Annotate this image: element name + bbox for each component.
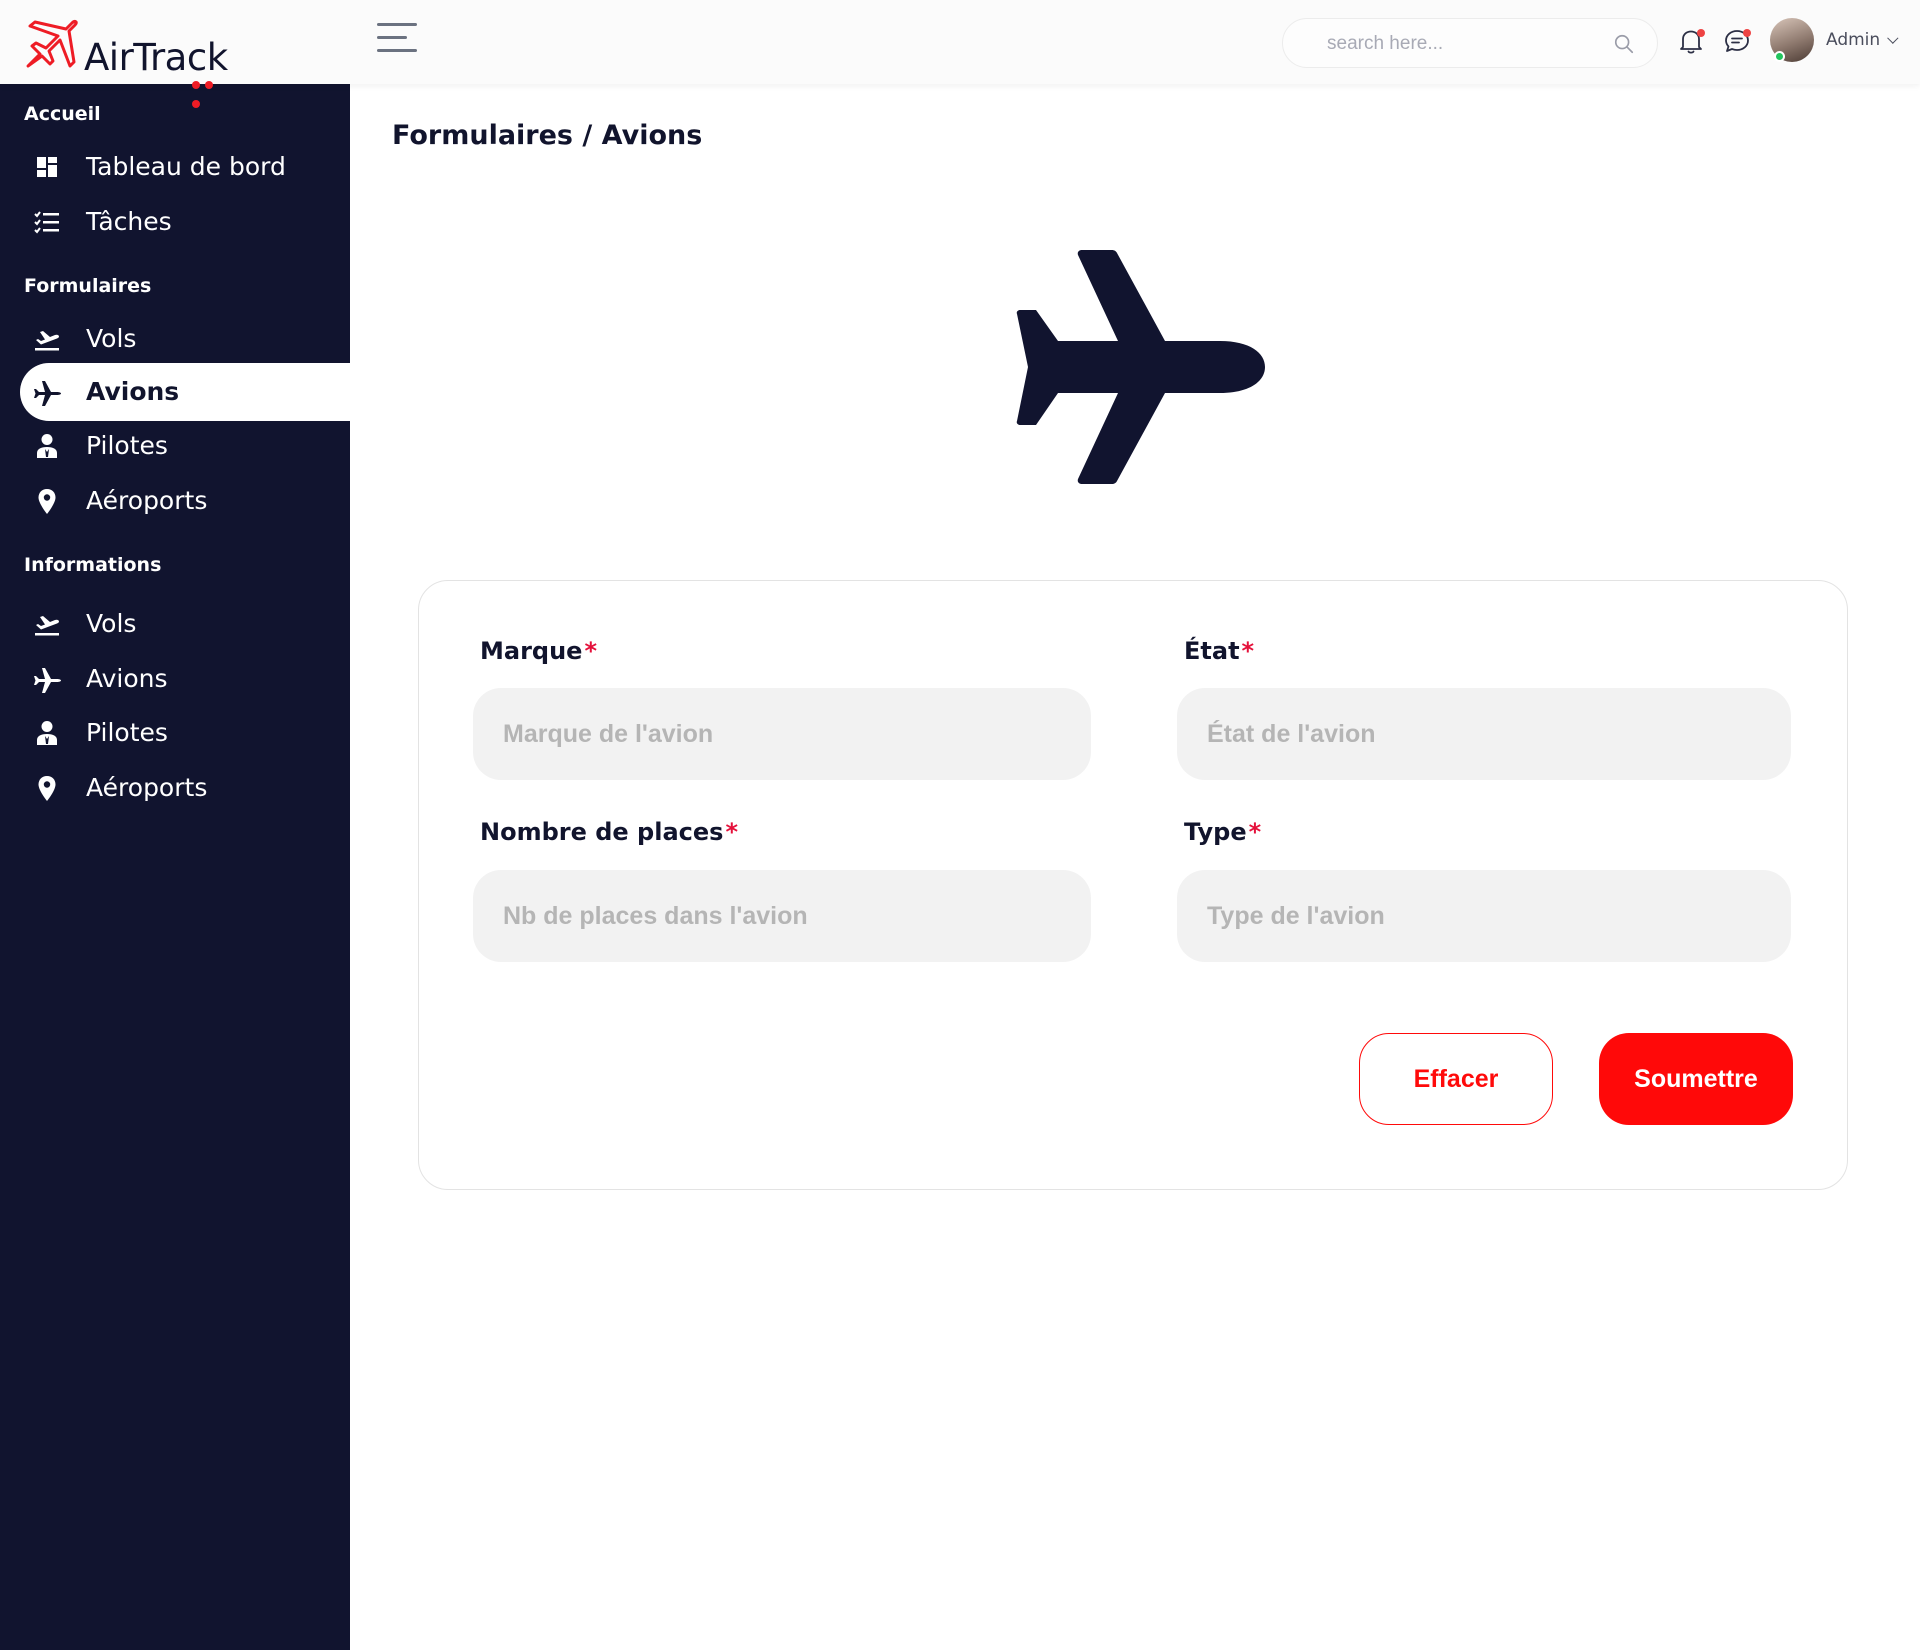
type-input[interactable] bbox=[1177, 870, 1791, 962]
sidebar-section-title: Informations bbox=[24, 554, 162, 576]
field-label-etat: État* bbox=[1184, 637, 1255, 665]
message-badge bbox=[1743, 29, 1751, 37]
sidebar-section-title: Accueil bbox=[24, 103, 101, 125]
sidebar-item-aeroports[interactable]: Aéroports bbox=[20, 472, 350, 530]
sidebar: Accueil Tableau de bord Tâches Formulair… bbox=[0, 84, 350, 1650]
dashboard-icon bbox=[37, 157, 57, 177]
airplane-icon bbox=[34, 381, 61, 406]
messages-button[interactable] bbox=[1722, 26, 1752, 56]
nombre-de-places-input[interactable] bbox=[473, 870, 1091, 962]
logo-dots bbox=[192, 74, 222, 112]
app-logo[interactable]: AirTrack bbox=[22, 14, 228, 108]
task-list-icon bbox=[34, 211, 59, 234]
avatar[interactable] bbox=[1770, 18, 1814, 62]
sidebar-item-avions[interactable]: Avions bbox=[20, 650, 350, 708]
etat-input[interactable] bbox=[1177, 688, 1791, 780]
sidebar-item-pilotes[interactable]: Pilotes bbox=[20, 417, 350, 475]
user-menu[interactable]: Admin bbox=[1826, 30, 1899, 50]
menu-icon[interactable] bbox=[377, 23, 417, 55]
sidebar-item-label: Tableau de bord bbox=[86, 152, 286, 181]
chevron-down-icon bbox=[1887, 32, 1899, 44]
sidebar-item-aeroports[interactable]: Aéroports bbox=[20, 759, 350, 817]
airplane-icon bbox=[34, 668, 61, 693]
sidebar-item-label: Avions bbox=[86, 377, 180, 406]
sidebar-item-taches[interactable]: Tâches bbox=[20, 193, 350, 251]
field-label-nombre-de-places: Nombre de places* bbox=[480, 818, 738, 846]
breadcrumb: Formulaires / Avions bbox=[392, 120, 703, 151]
sidebar-item-label: Pilotes bbox=[86, 431, 168, 460]
required-asterisk: * bbox=[725, 818, 738, 846]
sidebar-item-vols[interactable]: Vols bbox=[20, 310, 350, 368]
sidebar-item-label: Vols bbox=[86, 324, 137, 353]
airplane-form: Marque* État* Nombre de places* Type* Ef… bbox=[418, 580, 1848, 1190]
user-name: Admin bbox=[1826, 30, 1881, 50]
required-asterisk: * bbox=[1248, 818, 1262, 846]
field-label-type: Type* bbox=[1184, 818, 1262, 846]
sidebar-item-label: Aéroports bbox=[86, 486, 208, 515]
required-asterisk: * bbox=[1241, 637, 1255, 665]
notifications-button[interactable] bbox=[1676, 26, 1706, 56]
search-box bbox=[1282, 18, 1658, 68]
pilot-icon bbox=[37, 434, 57, 458]
logo-plane-icon bbox=[26, 20, 78, 68]
field-label-marque: Marque* bbox=[480, 637, 598, 665]
sidebar-item-vols[interactable]: Vols bbox=[20, 595, 350, 653]
search-input[interactable] bbox=[1327, 31, 1597, 57]
top-header: AirTrack Admin bbox=[0, 0, 1920, 108]
notification-badge bbox=[1697, 29, 1705, 37]
sidebar-item-label: Tâches bbox=[86, 207, 172, 236]
sidebar-item-label: Vols bbox=[86, 609, 137, 638]
sidebar-item-label: Avions bbox=[86, 664, 168, 693]
sidebar-item-label: Pilotes bbox=[86, 718, 168, 747]
location-pin-icon bbox=[38, 489, 56, 514]
logo-wordmark: AirTrack bbox=[84, 36, 228, 79]
pilot-icon bbox=[37, 721, 57, 745]
sidebar-section-title: Formulaires bbox=[24, 275, 152, 297]
search-icon[interactable] bbox=[1613, 33, 1635, 55]
flight-takeoff-icon bbox=[35, 331, 59, 351]
required-asterisk: * bbox=[584, 637, 598, 665]
sidebar-item-label: Aéroports bbox=[86, 773, 208, 802]
online-status-dot bbox=[1774, 51, 1785, 62]
submit-button[interactable]: Soumettre bbox=[1599, 1033, 1793, 1125]
location-pin-icon bbox=[38, 776, 56, 801]
marque-input[interactable] bbox=[473, 688, 1091, 780]
sidebar-item-tableau-de-bord[interactable]: Tableau de bord bbox=[20, 138, 350, 196]
airplane-icon bbox=[1016, 250, 1265, 484]
sidebar-item-avions[interactable]: Avions bbox=[20, 363, 350, 421]
sidebar-item-pilotes[interactable]: Pilotes bbox=[20, 704, 350, 762]
flight-takeoff-icon bbox=[35, 616, 59, 636]
clear-button[interactable]: Effacer bbox=[1359, 1033, 1553, 1125]
